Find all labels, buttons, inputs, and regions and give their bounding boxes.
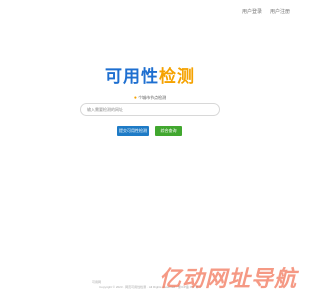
hint-dot-icon: ● bbox=[133, 95, 137, 101]
comprehensive-query-button[interactable]: 综合查询 bbox=[155, 126, 182, 136]
submit-check-button[interactable]: 提交可用性检测 bbox=[117, 126, 149, 136]
top-nav: 用户登录 用户注册 bbox=[242, 8, 290, 15]
url-input[interactable] bbox=[80, 103, 220, 116]
logo-text-accent: 检测 bbox=[159, 67, 195, 87]
login-link[interactable]: 用户登录 bbox=[242, 8, 262, 15]
hint-text: 个城市节点检测 bbox=[138, 95, 167, 100]
page: 用户登录 用户注册 可用性检测 ● 个城市节点检测 提交可用性检测 综合查询 可… bbox=[0, 0, 300, 300]
site-logo: 可用性检测 bbox=[0, 62, 300, 87]
logo-text-primary: 可用性 bbox=[105, 67, 159, 87]
node-hint: ● 个城市节点检测 bbox=[0, 95, 300, 101]
watermark: 亿动网址导航 bbox=[158, 267, 297, 292]
footer-brand: 可用网 bbox=[92, 280, 102, 284]
register-link[interactable]: 用户注册 bbox=[270, 8, 290, 15]
